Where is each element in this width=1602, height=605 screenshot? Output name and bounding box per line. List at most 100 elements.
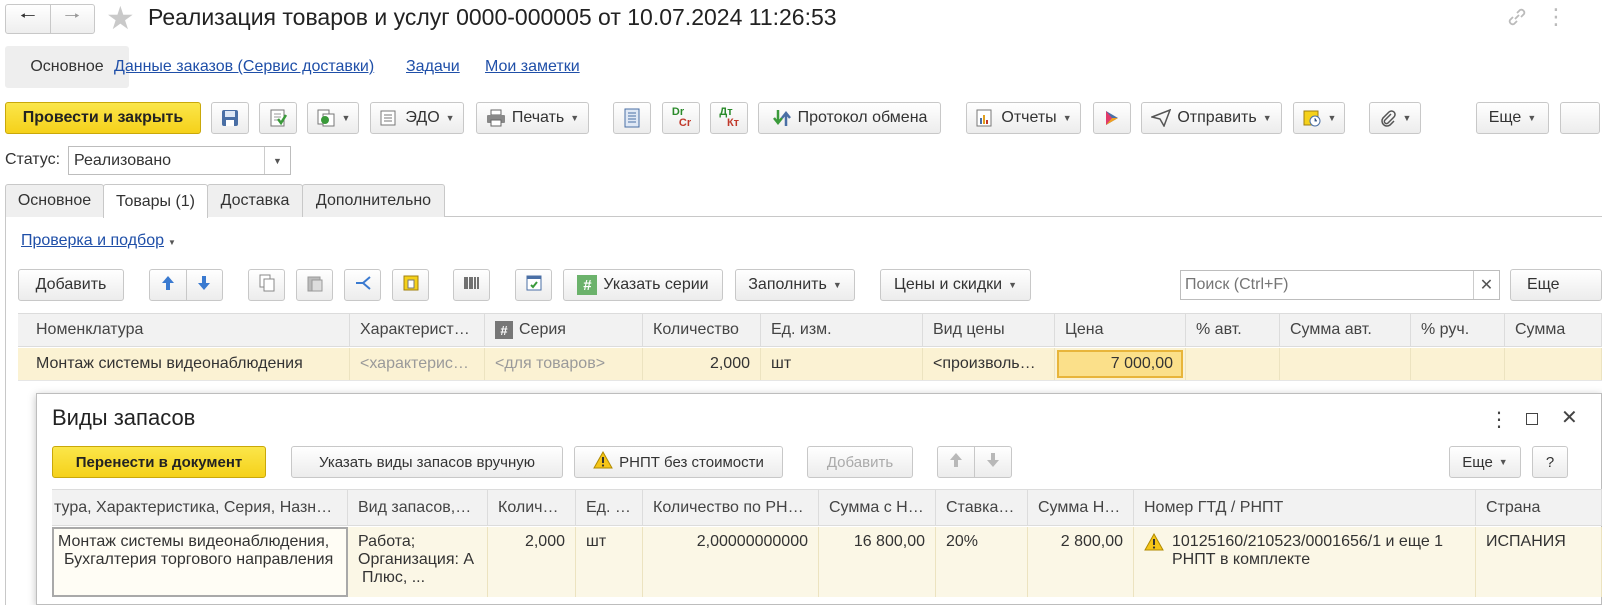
cell-unit[interactable]: шт bbox=[761, 348, 923, 380]
dialog-cell-country[interactable]: ИСПАНИЯ bbox=[1476, 527, 1602, 597]
dialog-header-gtd[interactable]: Номер ГТД / РНПТ bbox=[1134, 490, 1476, 526]
dialog-cell-nomenclature[interactable]: Монтаж системы видеонаблюдения, Бухгалте… bbox=[52, 527, 348, 597]
cell-quantity[interactable]: 2,000 bbox=[643, 348, 761, 380]
dialog-header-rate[interactable]: Ставка… bbox=[936, 490, 1028, 526]
close-icon[interactable]: ✕ bbox=[1561, 405, 1578, 430]
dialog-cell-sum-with-vat[interactable]: 16 800,00 bbox=[819, 527, 936, 597]
post-button[interactable] bbox=[259, 102, 297, 134]
prices-discounts-button[interactable]: Цены и скидки ▼ bbox=[880, 269, 1031, 301]
send-button[interactable]: Отправить ▼ bbox=[1141, 102, 1282, 134]
journal-button[interactable] bbox=[613, 102, 651, 134]
forward-button[interactable]: 🠒 bbox=[51, 5, 95, 33]
back-button[interactable]: 🠐 bbox=[6, 5, 51, 33]
barcode-button[interactable] bbox=[453, 269, 490, 301]
more-button[interactable]: Еще ▼ bbox=[1476, 102, 1549, 134]
dialog-header-stock-type[interactable]: Вид запасов,… bbox=[348, 490, 488, 526]
dialog-add-button[interactable]: Добавить bbox=[807, 446, 913, 478]
dialog-move-up-button[interactable] bbox=[938, 447, 975, 477]
dialog-more-button[interactable]: Еще ▼ bbox=[1449, 446, 1521, 478]
dialog-cell-rate[interactable]: 20% bbox=[936, 527, 1028, 597]
column-header-quantity[interactable]: Количество bbox=[643, 314, 761, 347]
nav-orders-link[interactable]: Данные заказов (Сервис доставки) bbox=[114, 58, 374, 76]
nav-tasks-link[interactable]: Задачи bbox=[406, 58, 460, 76]
cell-auto-percent[interactable] bbox=[1186, 348, 1280, 380]
search-input[interactable] bbox=[1181, 271, 1473, 299]
dialog-cell-quantity[interactable]: 2,000 bbox=[488, 527, 576, 597]
cell-series[interactable]: <для товаров> bbox=[485, 348, 643, 380]
schedule-button[interactable]: ▼ bbox=[1293, 102, 1345, 134]
save-button[interactable] bbox=[211, 102, 249, 134]
help-button[interactable] bbox=[1560, 102, 1600, 134]
pick-button[interactable] bbox=[392, 269, 429, 301]
exchange-protocol-button[interactable]: Протокол обмена bbox=[758, 102, 941, 134]
forward-play-button[interactable] bbox=[1093, 102, 1131, 134]
column-header-unit[interactable]: Ед. изм. bbox=[761, 314, 923, 347]
copy-button[interactable] bbox=[248, 269, 285, 301]
column-header-series[interactable]: # Серия bbox=[485, 314, 643, 347]
dialog-header-vat-sum[interactable]: Сумма Н… bbox=[1028, 490, 1134, 526]
transfer-to-document-button[interactable]: Перенести в документ bbox=[52, 446, 266, 478]
cell-sum[interactable] bbox=[1505, 348, 1602, 380]
rnpt-no-cost-button[interactable]: РНПТ без стоимости bbox=[574, 446, 783, 478]
dialog-header-rnpt-quantity[interactable]: Количество по РН… bbox=[643, 490, 819, 526]
clear-search-icon[interactable]: ✕ bbox=[1473, 271, 1499, 299]
set-series-button[interactable]: # Указать серии bbox=[563, 269, 723, 301]
dialog-header-unit[interactable]: Ед. … bbox=[576, 490, 643, 526]
tab-goods[interactable]: Товары (1) bbox=[103, 184, 208, 218]
edo-button[interactable]: ЭДО ▼ bbox=[370, 102, 464, 134]
tab-delivery[interactable]: Доставка bbox=[207, 184, 303, 217]
goods-more-button[interactable]: Еще bbox=[1510, 269, 1602, 301]
dialog-header-country[interactable]: Страна bbox=[1476, 490, 1602, 526]
cell-nomenclature[interactable]: Монтаж системы видеонаблюдения bbox=[18, 348, 350, 380]
column-header-price[interactable]: Цена bbox=[1055, 314, 1186, 347]
dialog-cell-vat-sum[interactable]: 2 800,00 bbox=[1028, 527, 1134, 597]
cell-characteristic[interactable]: <характерис… bbox=[350, 348, 485, 380]
maximize-icon[interactable] bbox=[1526, 413, 1538, 425]
favorite-star-icon[interactable]: ★ bbox=[106, 1, 135, 35]
cell-auto-sum[interactable] bbox=[1280, 348, 1411, 380]
move-down-button[interactable] bbox=[187, 270, 223, 300]
column-header-price-kind[interactable]: Вид цены bbox=[923, 314, 1055, 347]
nav-notes-link[interactable]: Мои заметки bbox=[485, 58, 580, 76]
column-header-sum[interactable]: Сумма bbox=[1505, 314, 1602, 347]
add-row-button[interactable]: Добавить bbox=[18, 269, 124, 301]
move-up-button[interactable] bbox=[150, 270, 187, 300]
nav-main-tab[interactable]: Основное bbox=[5, 46, 129, 88]
column-header-manual-percent[interactable]: % руч. bbox=[1411, 314, 1505, 347]
check-list-button[interactable] bbox=[515, 269, 552, 301]
dialog-header-quantity[interactable]: Колич… bbox=[488, 490, 576, 526]
dialog-cell-gtd[interactable]: 10125160/210523/0001656/1 и еще 1 РНПТ в… bbox=[1134, 527, 1476, 597]
dialog-help-button[interactable]: ? bbox=[1532, 446, 1568, 478]
more-vert-icon[interactable]: ⋮ bbox=[1545, 4, 1567, 30]
cell-manual-percent[interactable] bbox=[1411, 348, 1505, 380]
tab-additional[interactable]: Дополнительно bbox=[302, 184, 445, 217]
split-button[interactable] bbox=[344, 269, 381, 301]
cell-price[interactable]: 7 000,00 bbox=[1055, 348, 1186, 380]
cell-price-kind[interactable]: <произволь… bbox=[923, 348, 1055, 380]
print-button[interactable]: Печать ▼ bbox=[476, 102, 589, 134]
dt-kt-button[interactable]: Дт Кт bbox=[710, 102, 748, 134]
paste-button[interactable] bbox=[296, 269, 333, 301]
post-and-close-button[interactable]: Провести и закрыть bbox=[5, 102, 201, 134]
attach-button[interactable]: ▼ bbox=[1369, 102, 1421, 134]
column-header-nomenclature[interactable]: Номенклатура bbox=[18, 314, 350, 347]
dialog-header-sum-with-vat[interactable]: Сумма с Н… bbox=[819, 490, 936, 526]
dialog-move-down-button[interactable] bbox=[975, 447, 1011, 477]
fill-button[interactable]: Заполнить ▼ bbox=[735, 269, 855, 301]
column-header-characteristic[interactable]: Характерист… bbox=[350, 314, 485, 347]
check-and-select-link[interactable]: Проверка и подбор bbox=[21, 232, 164, 250]
status-select[interactable]: Реализовано ▼ bbox=[68, 146, 291, 175]
create-based-on-button[interactable]: ▼ bbox=[307, 102, 359, 134]
dialog-cell-stock-type[interactable]: Работа; Организация: А Плюс, ... bbox=[348, 527, 488, 597]
dialog-cell-unit[interactable]: шт bbox=[576, 527, 643, 597]
column-header-auto-percent[interactable]: % авт. bbox=[1186, 314, 1280, 347]
manual-stock-types-button[interactable]: Указать виды запасов вручную bbox=[291, 446, 563, 478]
link-icon[interactable] bbox=[1506, 6, 1528, 28]
dialog-menu-icon[interactable]: ⋮ bbox=[1489, 407, 1509, 432]
dialog-header-nomenclature[interactable]: тура, Характеристика, Серия, Назн… bbox=[52, 490, 348, 526]
tab-main[interactable]: Основное bbox=[5, 184, 104, 217]
column-header-auto-sum[interactable]: Сумма авт. bbox=[1280, 314, 1411, 347]
price-input[interactable]: 7 000,00 bbox=[1057, 350, 1183, 378]
reports-button[interactable]: Отчеты ▼ bbox=[966, 102, 1081, 134]
dr-cr-button[interactable]: Dr Cr bbox=[662, 102, 700, 134]
